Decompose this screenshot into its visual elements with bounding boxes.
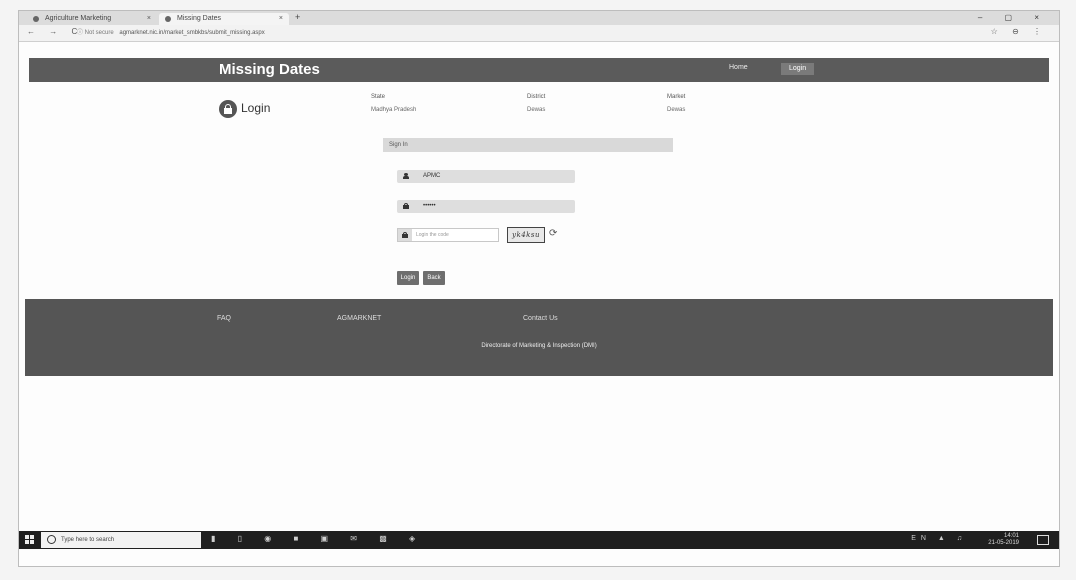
market-info: Market Dewas	[667, 93, 685, 115]
close-tab-icon[interactable]: ×	[147, 13, 151, 25]
district-value: Dewas	[527, 107, 546, 113]
browser-tabbar: Agriculture Marketing × Missing Dates × …	[19, 11, 1059, 25]
lock-icon	[219, 100, 237, 118]
security-indicator[interactable]: ⓘ Not secure	[77, 30, 114, 36]
district-info: District Dewas	[527, 93, 545, 115]
site-footer: FAQ AGMARKNET Contact Us Directorate of …	[25, 299, 1053, 376]
tray-icons[interactable]: EN ▲ ♫	[911, 535, 967, 542]
address-bar: ← → C ⓘ Not secure agmarknet.nic.in/mark…	[19, 25, 1059, 42]
back-button[interactable]: Back	[423, 271, 445, 285]
captcha-input[interactable]: Login the code	[397, 228, 499, 242]
captcha-image: yk4ksu	[507, 227, 545, 243]
state-value: Madhya Pradesh	[371, 107, 417, 113]
refresh-captcha-icon[interactable]: ⟳	[549, 227, 557, 241]
browser-menu-icons[interactable]: ☆ ⊖ ⋮	[991, 27, 1047, 36]
nav-buttons[interactable]: ← → C	[27, 27, 83, 36]
favicon-icon	[165, 16, 171, 22]
footer-link-agmarknet[interactable]: AGMARKNET	[337, 315, 381, 322]
sign-in-header: Sign In	[383, 138, 673, 152]
taskbar-app-icons[interactable]: ▮ ▯ ◉ ■ ▣ ✉ ▩ ◈	[211, 534, 425, 543]
cortana-icon	[47, 535, 56, 544]
browser-tab-active[interactable]: Missing Dates ×	[159, 13, 289, 25]
nav-home-link[interactable]: Home	[729, 64, 748, 71]
user-icon	[403, 173, 409, 179]
login-button[interactable]: Login	[397, 271, 419, 285]
favicon-icon	[33, 16, 39, 22]
new-tab-button[interactable]: +	[295, 12, 300, 22]
district-label: District	[527, 94, 546, 100]
login-heading-text: Login	[241, 101, 271, 115]
market-value: Dewas	[667, 107, 686, 113]
market-label: Market	[667, 94, 686, 100]
site-header: Missing Dates Home Login	[29, 58, 1049, 82]
username-value: APMC	[423, 173, 441, 179]
screen-frame: Agriculture Marketing × Missing Dates × …	[18, 10, 1060, 567]
tray-date: 21-05-2019	[988, 540, 1019, 546]
footer-link-faq[interactable]: FAQ	[217, 315, 231, 322]
url-field[interactable]: ⓘ Not secure agmarknet.nic.in/market_smb…	[77, 28, 897, 38]
tab-label: Missing Dates	[177, 15, 221, 22]
notifications-icon[interactable]	[1037, 535, 1049, 545]
tray-clock[interactable]: 14:01 21-05-2019	[988, 533, 1019, 547]
close-tab-icon[interactable]: ×	[279, 13, 283, 25]
taskbar-search-placeholder: Type here to search	[61, 537, 115, 543]
footer-link-contact[interactable]: Contact Us	[523, 315, 558, 322]
lock-icon	[402, 232, 408, 238]
state-info: State Madhya Pradesh	[371, 93, 416, 115]
taskbar-search-box[interactable]: Type here to search	[41, 532, 201, 548]
username-field[interactable]: APMC	[397, 170, 575, 183]
password-value: ••••••	[423, 203, 436, 209]
lock-icon	[403, 203, 409, 209]
url-text: agmarknet.nic.in/market_smbkbs/submit_mi…	[119, 30, 265, 36]
page-title: Missing Dates	[219, 61, 320, 78]
windows-start-icon[interactable]	[25, 535, 34, 544]
os-taskbar: Type here to search ▮ ▯ ◉ ■ ▣ ✉ ▩ ◈ EN ▲…	[19, 531, 1059, 549]
footer-copyright: Directorate of Marketing & Inspection (D…	[481, 343, 597, 349]
tab-label: Agriculture Marketing	[45, 15, 112, 22]
window-controls[interactable]: – ▢ ×	[978, 13, 1049, 22]
nav-login-button[interactable]: Login	[781, 63, 815, 75]
password-field[interactable]: ••••••	[397, 200, 575, 213]
state-label: State	[371, 94, 386, 100]
browser-tab[interactable]: Agriculture Marketing ×	[27, 13, 157, 25]
tray-time: 14:01	[1003, 533, 1019, 539]
captcha-placeholder: Login the code	[416, 232, 449, 238]
